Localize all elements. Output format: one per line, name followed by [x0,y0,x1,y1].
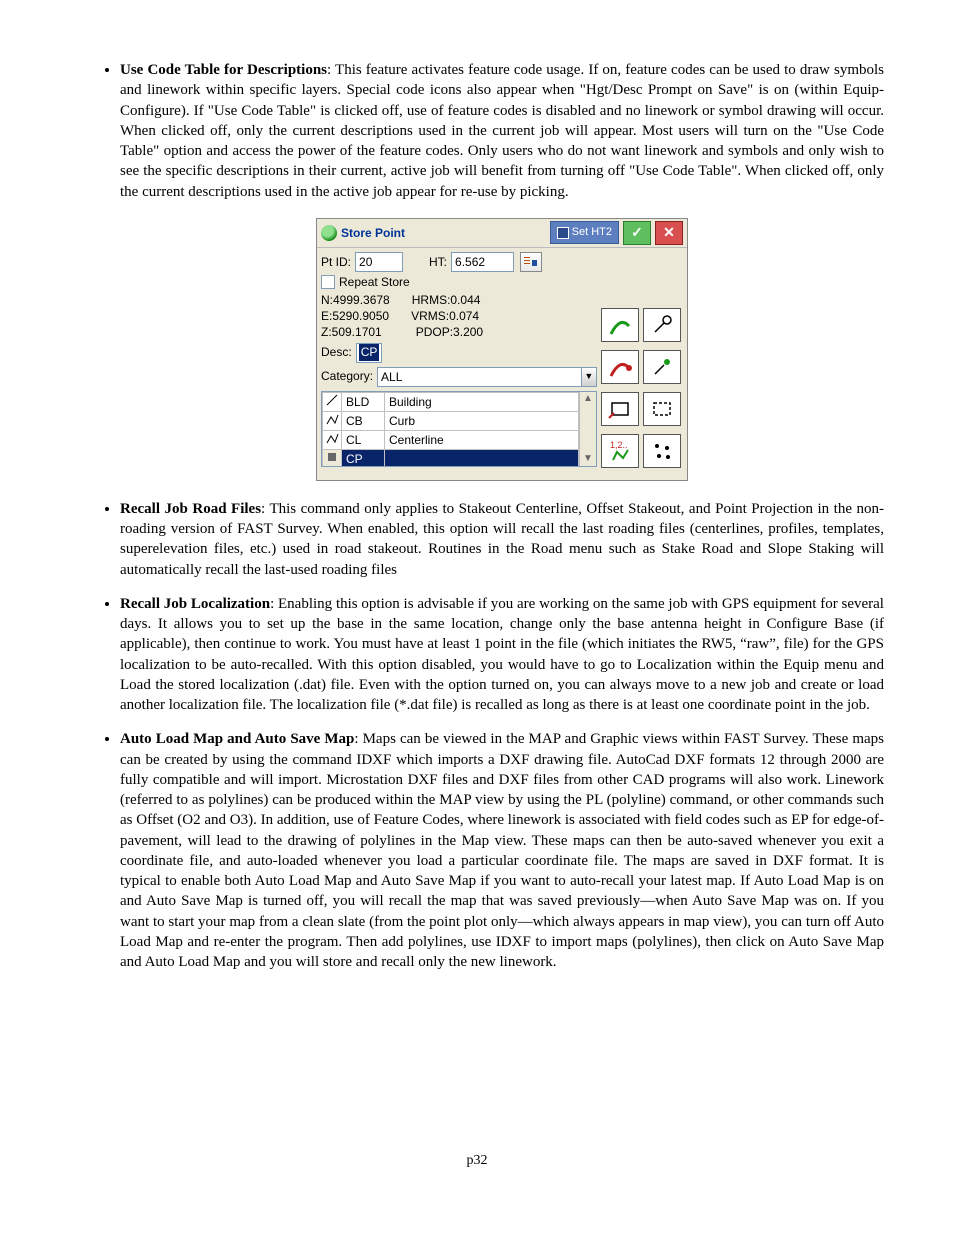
offset-tool-button[interactable] [643,308,681,342]
store-point-screenshot: Store Point Set HT2 ✓ ✕ Pt ID: 20 HT: 6. [316,218,688,481]
stat-pdop: PDOP:3.200 [416,324,483,340]
bullet-code-table: Use Code Table for Descriptions: This fe… [120,60,884,481]
bullet-text: : Maps can be viewed in the MAP and Grap… [120,731,884,970]
pt-id-field[interactable]: 20 [355,252,403,272]
repeat-store-label: Repeat Store [339,274,410,290]
bullet-text: : Enabling this option is advisable if y… [120,596,884,713]
svg-text:1,2..: 1,2.. [610,440,628,450]
code-list[interactable]: BLD Building CB Curb C [321,391,597,467]
code-row: CL Centerline [323,430,579,449]
chevron-down-icon[interactable]: ▼ [581,368,596,386]
list-options-icon[interactable] [520,252,542,272]
points-tool-button[interactable] [643,434,681,468]
page-number: p32 [70,1152,884,1171]
bullet-recall-loc: Recall Job Localization: Enabling this o… [120,594,884,716]
offset-point-tool-button[interactable] [643,350,681,384]
code-row: BLD Building [323,392,579,411]
desc-field[interactable]: CP [356,343,383,363]
stat-hrms: HRMS:0.044 [412,292,481,308]
scroll-down-icon[interactable]: ▼ [583,452,593,466]
disk-icon [557,227,569,239]
scroll-up-icon[interactable]: ▲ [583,392,593,406]
bullet-title: Use Code Table for Descriptions [120,62,327,78]
code-row: CB Curb [323,411,579,430]
category-value[interactable] [378,368,581,386]
stat-vrms: VRMS:0.074 [411,308,479,324]
number-tool-button[interactable]: 1,2.. [601,434,639,468]
coordinates-block: N:4999.3678 HRMS:0.044 E:5290.9050 VRMS:… [321,292,597,341]
coord-z: Z:509.1701 [321,324,394,340]
poly-icon [323,430,342,449]
category-combo[interactable]: ▼ [377,367,597,387]
category-label: Category: [321,368,373,384]
desc-label: Desc: [321,344,352,360]
pt-id-label: Pt ID: [321,254,351,270]
code-row-selected: CP [323,450,579,466]
ht-field[interactable]: 6.562 [451,252,514,272]
bullet-recall-road: Recall Job Road Files: This command only… [120,499,884,580]
close-button[interactable]: ✕ [655,221,683,245]
point-icon [323,450,342,466]
globe-icon [321,225,337,241]
bullet-title: Recall Job Localization [120,596,270,612]
code-list-scrollbar[interactable]: ▲ ▼ [579,392,596,466]
bullet-auto-load: Auto Load Map and Auto Save Map: Maps ca… [120,729,884,972]
bullet-text: : This feature activates feature code us… [120,62,884,200]
rect-tool-button[interactable] [601,392,639,426]
coord-n: N:4999.3678 [321,292,390,308]
set-ht2-button[interactable]: Set HT2 [550,221,619,244]
bullet-title: Auto Load Map and Auto Save Map [120,731,354,747]
coord-e: E:5290.9050 [321,308,389,324]
bullet-title: Recall Job Road Files [120,501,261,517]
line-end-tool-button[interactable] [601,350,639,384]
ht-label: HT: [429,254,447,270]
repeat-store-checkbox[interactable] [321,275,335,289]
line-icon [323,392,342,411]
window-title: Store Point [341,225,405,241]
title-bar: Store Point Set HT2 ✓ ✕ [317,219,687,248]
line-tool-button[interactable] [601,308,639,342]
poly-icon [323,411,342,430]
ok-button[interactable]: ✓ [623,221,651,245]
area-tool-button[interactable] [643,392,681,426]
